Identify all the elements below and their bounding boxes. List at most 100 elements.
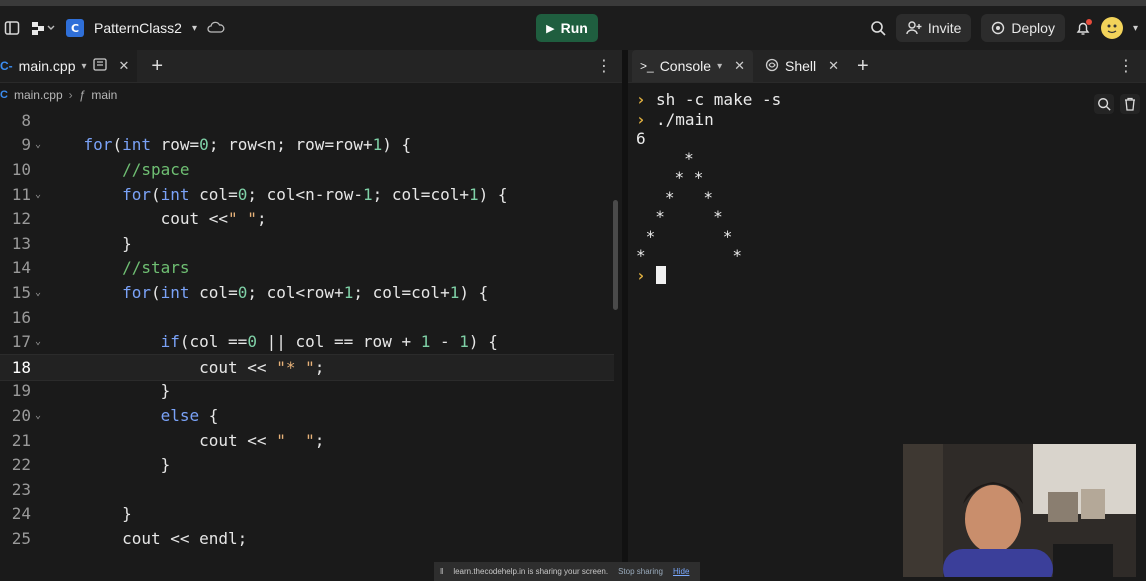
- chevron-down-icon[interactable]: ▾: [192, 23, 197, 34]
- code-line[interactable]: 11 ⌄ for(int col=0; col<n-row-1; col=col+…: [0, 182, 614, 207]
- close-icon[interactable]: ✕: [119, 58, 130, 74]
- line-number: 13: [11, 233, 31, 253]
- more-options-icon[interactable]: ⋮: [596, 56, 612, 76]
- screen-share-bar: ‖ learn.thecodehelp.in is sharing your s…: [434, 562, 700, 581]
- code-line[interactable]: 12 cout <<" ";: [0, 206, 614, 231]
- add-tab-icon[interactable]: +: [857, 55, 869, 78]
- code-text: cout << " ";: [199, 430, 325, 450]
- line-number: 12: [11, 209, 31, 229]
- editor-scrollbar[interactable]: [613, 200, 618, 310]
- code-text: //stars: [122, 258, 190, 278]
- more-options-icon[interactable]: ⋮: [1118, 56, 1134, 76]
- line-number: 18: [11, 357, 31, 377]
- code-line[interactable]: 13 }: [0, 231, 614, 256]
- line-number: 21: [11, 430, 31, 450]
- user-avatar[interactable]: [1100, 17, 1123, 39]
- code-text: cout <<" ";: [160, 209, 267, 229]
- sidebar-toggle-icon[interactable]: [4, 20, 20, 36]
- account-chevron-icon[interactable]: ▾: [1133, 23, 1138, 34]
- code-line[interactable]: 24 }: [0, 502, 614, 527]
- deploy-button[interactable]: Deploy: [981, 14, 1065, 42]
- fold-chevron-icon[interactable]: ⌄: [31, 189, 45, 200]
- top-bar: C PatternClass2 ▾ ▶ Run Invite Deploy ▾: [0, 6, 1146, 50]
- line-number: 19: [11, 381, 31, 401]
- code-line[interactable]: 20 ⌄ else {: [0, 403, 614, 428]
- close-icon[interactable]: ✕: [828, 58, 839, 74]
- replit-menu-icon[interactable]: [30, 20, 56, 36]
- code-line[interactable]: 18 cout << "* ";: [0, 354, 614, 381]
- code-line[interactable]: 19 }: [0, 379, 614, 404]
- invite-button[interactable]: Invite: [895, 14, 972, 42]
- console-tab-bar: >_ Console ▾ ✕ Shell ✕ + ⋮: [628, 50, 1146, 83]
- tab-shell[interactable]: Shell ✕: [757, 50, 847, 82]
- line-number: 11: [11, 184, 31, 204]
- chevron-down-icon[interactable]: ▾: [81, 61, 86, 72]
- tab-label: main.cpp: [18, 58, 76, 74]
- code-line[interactable]: 15 ⌄ for(int col=0; col<row+1; col=col+1)…: [0, 280, 614, 305]
- trash-icon[interactable]: [1120, 94, 1140, 114]
- prompt-chevron-icon: ›: [636, 265, 646, 285]
- console-text: 6: [636, 129, 646, 149]
- breadcrumb-function[interactable]: main: [91, 88, 117, 102]
- code-line[interactable]: 23: [0, 477, 614, 502]
- editor-panel: C- main.cpp ▾ ✕ + ⋮ C main.cpp › ƒ main …: [0, 50, 622, 581]
- code-line[interactable]: 14 //stars: [0, 256, 614, 281]
- webcam-overlay: [903, 444, 1136, 577]
- code-line[interactable]: 22 }: [0, 452, 614, 477]
- code-line[interactable]: 21 cout << " ";: [0, 428, 614, 453]
- chevron-down-icon[interactable]: ▾: [717, 61, 722, 72]
- cpp-file-icon: C: [0, 89, 8, 101]
- code-text: }: [45, 504, 132, 524]
- console-output[interactable]: › sh -c make -s › ./main 6 * * * * * * * * *…: [636, 90, 781, 285]
- line-number: 22: [11, 455, 31, 475]
- cloud-icon[interactable]: [207, 21, 225, 35]
- project-name[interactable]: PatternClass2: [94, 20, 182, 36]
- console-line: * *: [636, 188, 781, 208]
- code-line[interactable]: 25 cout << endl;: [0, 526, 614, 551]
- code-line[interactable]: 17 ⌄ if(col ==0 || col == row + 1 - 1) {: [0, 329, 614, 354]
- notification-bell-icon[interactable]: [1075, 19, 1092, 36]
- code-text: }: [45, 233, 132, 253]
- console-line: * *: [636, 207, 781, 227]
- console-line: * *: [636, 168, 781, 188]
- fold-chevron-icon[interactable]: ⌄: [31, 139, 45, 150]
- stop-sharing-button[interactable]: Stop sharing: [618, 567, 663, 576]
- pause-icon: ‖: [440, 567, 444, 576]
- code-text: if(col ==0 || col == row + 1 - 1) {: [160, 332, 498, 352]
- shell-icon: [765, 58, 779, 75]
- code-line[interactable]: 10 //space: [0, 157, 614, 182]
- line-number: 25: [11, 528, 31, 548]
- breadcrumb-file[interactable]: main.cpp: [14, 88, 63, 102]
- search-icon[interactable]: [870, 20, 886, 36]
- run-label: Run: [560, 20, 588, 36]
- tab-console-label: Console: [659, 58, 712, 74]
- close-icon[interactable]: ✕: [734, 58, 745, 74]
- tab-console[interactable]: >_ Console ▾ ✕: [632, 50, 753, 82]
- tab-main-cpp[interactable]: C- main.cpp ▾ ✕: [0, 50, 138, 82]
- editor-tab-bar: C- main.cpp ▾ ✕ + ⋮: [0, 50, 622, 83]
- fold-chevron-icon[interactable]: ⌄: [31, 410, 45, 421]
- fold-chevron-icon[interactable]: ⌄: [31, 336, 45, 347]
- console-line: *: [636, 149, 781, 169]
- split-view-icon[interactable]: [92, 58, 107, 74]
- add-tab-icon[interactable]: +: [151, 55, 163, 78]
- search-icon[interactable]: [1094, 94, 1114, 114]
- hide-button[interactable]: Hide: [673, 567, 689, 576]
- add-user-icon: [906, 21, 922, 35]
- code-line[interactable]: 16: [0, 305, 614, 330]
- code-text: for(int col=0; col<n-row-1; col=col+1) {: [122, 184, 508, 204]
- line-number: 20: [11, 405, 31, 425]
- breadcrumb: C main.cpp › ƒ main: [0, 83, 622, 107]
- console-text: * *: [636, 207, 723, 227]
- console-input-line[interactable]: ›: [636, 266, 781, 286]
- run-button[interactable]: ▶ Run: [536, 14, 598, 42]
- console-line: * *: [636, 246, 781, 266]
- code-line[interactable]: 9 ⌄ for(int row=0; row<n; row=row+1) {: [0, 133, 614, 158]
- code-line[interactable]: 8: [0, 108, 614, 133]
- code-area[interactable]: 8 9 ⌄ for(int row=0; row<n; row=row+1) {10…: [0, 108, 614, 581]
- line-number: 9: [21, 135, 31, 155]
- console-text: * *: [636, 246, 742, 266]
- function-icon: ƒ: [78, 88, 86, 102]
- chevron-right-icon: ›: [68, 88, 73, 102]
- fold-chevron-icon[interactable]: ⌄: [31, 287, 45, 298]
